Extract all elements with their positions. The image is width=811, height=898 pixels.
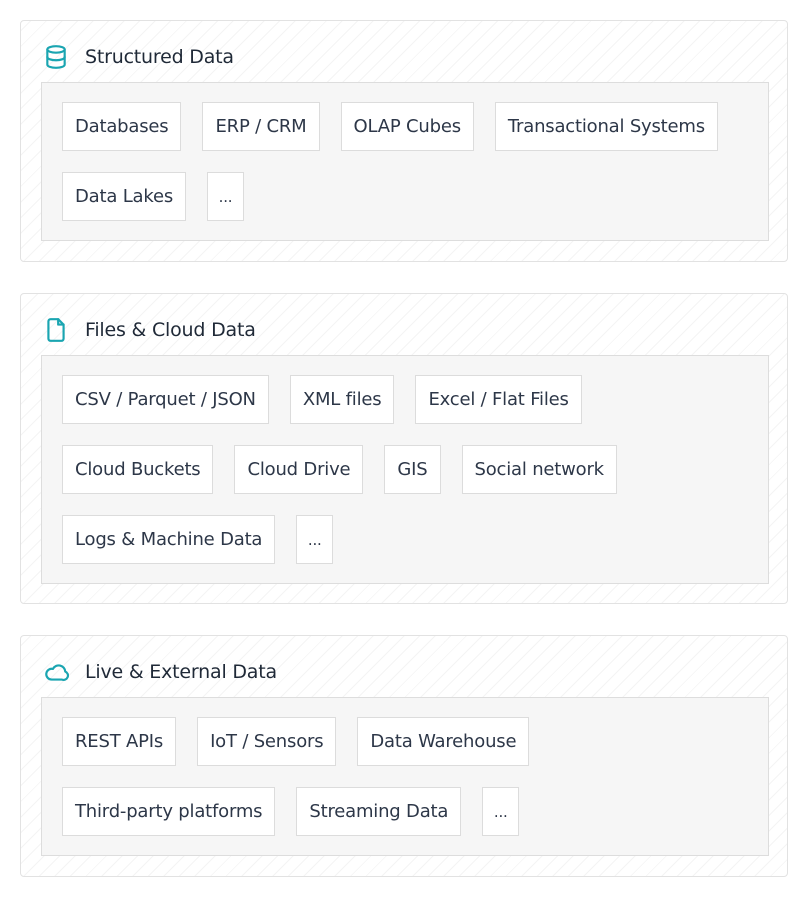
chip-cloud-buckets: Cloud Buckets (62, 445, 214, 494)
section-title: Structured Data (85, 46, 234, 68)
chip-more: ... (207, 172, 244, 221)
chip-data-lakes: Data Lakes (62, 172, 186, 221)
cloud-icon (43, 659, 69, 685)
chip-xml-files: XML files (289, 375, 395, 424)
section-title: Files & Cloud Data (85, 319, 256, 341)
chip-row: REST APIs IoT / Sensors Data Warehouse (62, 717, 768, 766)
chip-olap-cubes: OLAP Cubes (340, 102, 474, 151)
chip-logs-machine-data: Logs & Machine Data (62, 515, 276, 564)
section-live-external-data: Live & External Data REST APIs IoT / Sen… (20, 635, 788, 877)
chip-cloud-drive: Cloud Drive (234, 445, 364, 494)
chip-streaming-data: Streaming Data (296, 787, 462, 836)
section-title: Live & External Data (85, 661, 277, 683)
chip-more: ... (482, 787, 520, 836)
chip-row: Cloud Buckets Cloud Drive GIS Social net… (62, 445, 768, 494)
file-icon (43, 317, 69, 343)
chip-panel: Databases ERP / CRM OLAP Cubes Transacti… (41, 82, 769, 241)
chip-erp-crm: ERP / CRM (202, 102, 320, 151)
chip-csv-parquet-json: CSV / Parquet / JSON (62, 375, 269, 424)
section-header: Live & External Data (43, 658, 277, 686)
chip-rest-apis: REST APIs (62, 717, 177, 766)
chip-data-warehouse: Data Warehouse (357, 717, 530, 766)
chip-panel: REST APIs IoT / Sensors Data Warehouse T… (41, 697, 769, 856)
chip-row: Third-party platforms Streaming Data ... (62, 787, 768, 836)
chip-social-network: Social network (461, 445, 617, 494)
data-sources-diagram: Structured Data Databases ERP / CRM OLAP… (0, 0, 811, 898)
chip-row: Databases ERP / CRM OLAP Cubes Transacti… (62, 102, 768, 151)
chip-more: ... (296, 515, 334, 564)
chip-row: Logs & Machine Data ... (62, 515, 768, 564)
section-header: Structured Data (43, 43, 234, 71)
section-header: Files & Cloud Data (43, 316, 256, 344)
chip-transactional-systems: Transactional Systems (494, 102, 718, 151)
chip-panel: CSV / Parquet / JSON XML files Excel / F… (41, 355, 769, 584)
chip-iot-sensors: IoT / Sensors (197, 717, 337, 766)
chip-gis: GIS (384, 445, 441, 494)
section-files-cloud-data: Files & Cloud Data CSV / Parquet / JSON … (20, 293, 788, 604)
chip-excel-flat-files: Excel / Flat Files (415, 375, 582, 424)
chip-row: Data Lakes ... (62, 172, 768, 221)
chip-third-party-platforms: Third-party platforms (62, 787, 276, 836)
database-icon (43, 44, 69, 70)
chip-databases: Databases (62, 102, 182, 151)
chip-row: CSV / Parquet / JSON XML files Excel / F… (62, 375, 768, 424)
section-structured-data: Structured Data Databases ERP / CRM OLAP… (20, 20, 788, 262)
